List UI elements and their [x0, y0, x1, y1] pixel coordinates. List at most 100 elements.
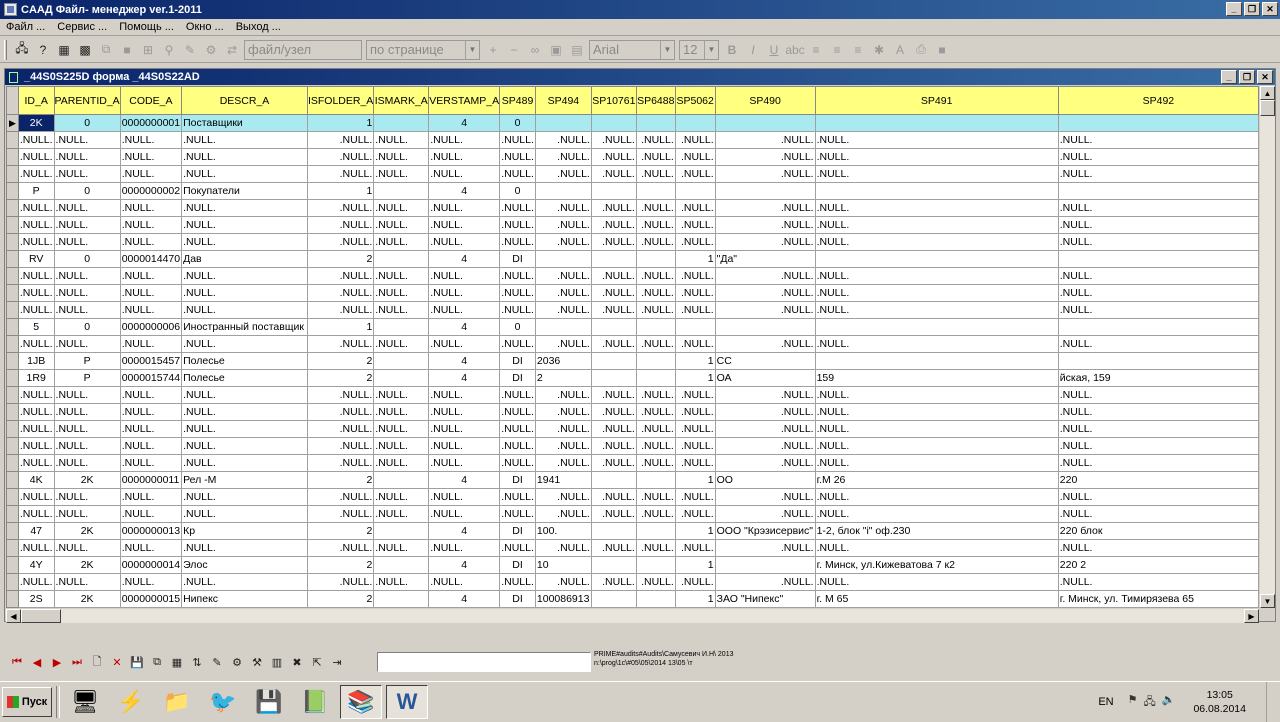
cell-descr_a[interactable]: .NULL. — [181, 505, 308, 523]
cell-sp6488[interactable]: .NULL. — [635, 335, 676, 353]
cell-sp491[interactable] — [814, 352, 1059, 370]
cell-id_a[interactable]: 1JB — [17, 352, 55, 370]
row-indicator[interactable] — [6, 488, 19, 506]
cell-sp489[interactable]: DI — [499, 556, 536, 574]
cell-sp492[interactable] — [1057, 250, 1259, 268]
cell-sp10761[interactable]: .NULL. — [590, 505, 637, 523]
cell-descr_a[interactable]: .NULL. — [181, 335, 308, 353]
cell-verstamp_a[interactable]: .NULL. — [428, 148, 501, 166]
cell-id_a[interactable]: .NULL. — [17, 165, 55, 183]
cell-sp494[interactable]: .NULL. — [534, 420, 592, 438]
cell-sp6488[interactable]: .NULL. — [635, 386, 676, 404]
cell-code_a[interactable]: 0000014470 — [119, 250, 183, 268]
print-icon[interactable]: ⎙ — [912, 41, 930, 59]
table-row[interactable]: RV 0 0000014470 Дав 2 4 DI 1 "Да" — [6, 250, 1259, 268]
cell-sp490[interactable]: .NULL. — [714, 267, 816, 285]
cell-sp5062[interactable]: 1 — [674, 471, 716, 489]
row-indicator[interactable] — [6, 505, 19, 523]
save-icon[interactable]: 💾 — [128, 653, 146, 671]
taskbar-app-filemanager-icon[interactable]: 📚 — [340, 684, 382, 719]
row-indicator[interactable] — [6, 573, 19, 591]
table-row[interactable]: 5 0 0000000006 Иностранный поставщик 1 4 0 — [6, 318, 1259, 336]
cell-sp494[interactable]: .NULL. — [534, 386, 592, 404]
cell-ismark_a[interactable] — [373, 471, 430, 489]
table-row[interactable]: .NULL. .NULL. .NULL. .NULL. .NULL. .NULL. .NUL… — [6, 284, 1259, 302]
cell-descr_a[interactable]: Рел -М — [181, 471, 308, 489]
cell-parentid_a[interactable]: 0 — [53, 114, 121, 132]
scroll-right-button[interactable]: ▶ — [1244, 609, 1259, 623]
cell-sp492[interactable]: .NULL. — [1057, 199, 1259, 217]
cell-sp6488[interactable]: .NULL. — [635, 539, 676, 557]
cell-parentid_a[interactable]: .NULL. — [53, 148, 121, 166]
cell-descr_a[interactable]: .NULL. — [181, 165, 308, 183]
row-indicator[interactable] — [6, 250, 19, 268]
cell-sp492[interactable] — [1057, 182, 1259, 200]
cell-ismark_a[interactable]: .NULL. — [373, 488, 430, 506]
cell-id_a[interactable]: .NULL. — [17, 301, 55, 319]
cell-sp491[interactable]: .NULL. — [814, 335, 1059, 353]
cell-isfolder_a[interactable]: 2 — [306, 590, 375, 608]
table-row[interactable]: .NULL. .NULL. .NULL. .NULL. .NULL. .NULL. .NUL… — [6, 420, 1259, 438]
cell-sp489[interactable]: .NULL. — [499, 335, 536, 353]
cell-sp5062[interactable]: .NULL. — [674, 454, 716, 472]
cell-sp6488[interactable]: .NULL. — [635, 131, 676, 149]
cell-sp492[interactable]: .NULL. — [1057, 437, 1259, 455]
cell-id_a[interactable]: 2S — [17, 590, 55, 608]
cell-parentid_a[interactable]: .NULL. — [53, 573, 121, 591]
cell-parentid_a[interactable]: 2K — [53, 556, 121, 574]
row-indicator[interactable] — [6, 284, 19, 302]
search-scope-combo[interactable]: по странице ▼ — [366, 39, 480, 60]
menu-exit[interactable]: Выход ... — [230, 21, 287, 33]
cell-sp489[interactable]: .NULL. — [499, 216, 536, 234]
cell-sp490[interactable]: .NULL. — [714, 335, 816, 353]
cell-sp10761[interactable] — [590, 369, 637, 387]
cell-sp490[interactable]: .NULL. — [714, 301, 816, 319]
cell-sp5062[interactable]: 1 — [674, 556, 716, 574]
cell-sp489[interactable]: DI — [499, 522, 536, 540]
clock[interactable]: 13:05 06.08.2014 — [1193, 688, 1246, 716]
column-header-verstamp_a[interactable]: VERSTAMP_A — [428, 86, 501, 115]
cell-isfolder_a[interactable]: .NULL. — [306, 148, 375, 166]
cell-sp6488[interactable]: .NULL. — [635, 284, 676, 302]
table-row[interactable]: 4Y 2K 0000000014 Элос 2 4 DI 10 1 г. Минск, ул.Ки… — [6, 556, 1259, 574]
link-icon[interactable]: ∞ — [526, 41, 544, 59]
cell-sp491[interactable]: .NULL. — [814, 454, 1059, 472]
cell-id_a[interactable]: P — [17, 182, 55, 200]
cell-sp492[interactable]: .NULL. — [1057, 301, 1259, 319]
cell-ismark_a[interactable]: .NULL. — [373, 539, 430, 557]
cell-sp6488[interactable] — [635, 250, 676, 268]
cell-verstamp_a[interactable]: .NULL. — [428, 437, 501, 455]
cell-sp494[interactable]: .NULL. — [534, 284, 592, 302]
cell-sp6488[interactable]: .NULL. — [635, 301, 676, 319]
cell-parentid_a[interactable]: .NULL. — [53, 131, 121, 149]
menu-window[interactable]: Окно ... — [180, 21, 230, 33]
align-left-icon[interactable]: ≡ — [807, 41, 825, 59]
volume-icon[interactable]: 🔈 — [1162, 693, 1176, 712]
cell-ismark_a[interactable]: .NULL. — [373, 454, 430, 472]
cell-parentid_a[interactable]: .NULL. — [53, 267, 121, 285]
cell-descr_a[interactable]: Кр — [181, 522, 308, 540]
cell-sp491[interactable]: .NULL. — [814, 131, 1059, 149]
cell-sp489[interactable]: .NULL. — [499, 267, 536, 285]
cell-sp10761[interactable]: .NULL. — [590, 403, 637, 421]
cell-sp491[interactable] — [814, 318, 1059, 336]
row-indicator[interactable] — [6, 301, 19, 319]
cell-verstamp_a[interactable]: 4 — [428, 556, 501, 574]
table-row[interactable]: .NULL. .NULL. .NULL. .NULL. .NULL. .NULL. .NUL… — [6, 267, 1259, 285]
cell-verstamp_a[interactable]: .NULL. — [428, 284, 501, 302]
cell-parentid_a[interactable]: .NULL. — [53, 403, 121, 421]
cell-sp489[interactable]: 0 — [499, 182, 536, 200]
cell-ismark_a[interactable] — [373, 352, 430, 370]
cell-sp491[interactable]: .NULL. — [814, 539, 1059, 557]
cell-sp492[interactable]: 220 — [1057, 471, 1259, 489]
cell-id_a[interactable]: .NULL. — [17, 267, 55, 285]
cell-code_a[interactable]: .NULL. — [119, 131, 183, 149]
row-indicator[interactable] — [6, 148, 19, 166]
cell-sp6488[interactable] — [635, 471, 676, 489]
cell-ismark_a[interactable]: .NULL. — [373, 420, 430, 438]
cell-sp494[interactable]: .NULL. — [534, 454, 592, 472]
cell-verstamp_a[interactable]: .NULL. — [428, 573, 501, 591]
taskbar-app-word-icon[interactable]: W — [386, 684, 428, 719]
bold-icon[interactable]: B — [723, 41, 741, 59]
cell-sp5062[interactable]: .NULL. — [674, 301, 716, 319]
